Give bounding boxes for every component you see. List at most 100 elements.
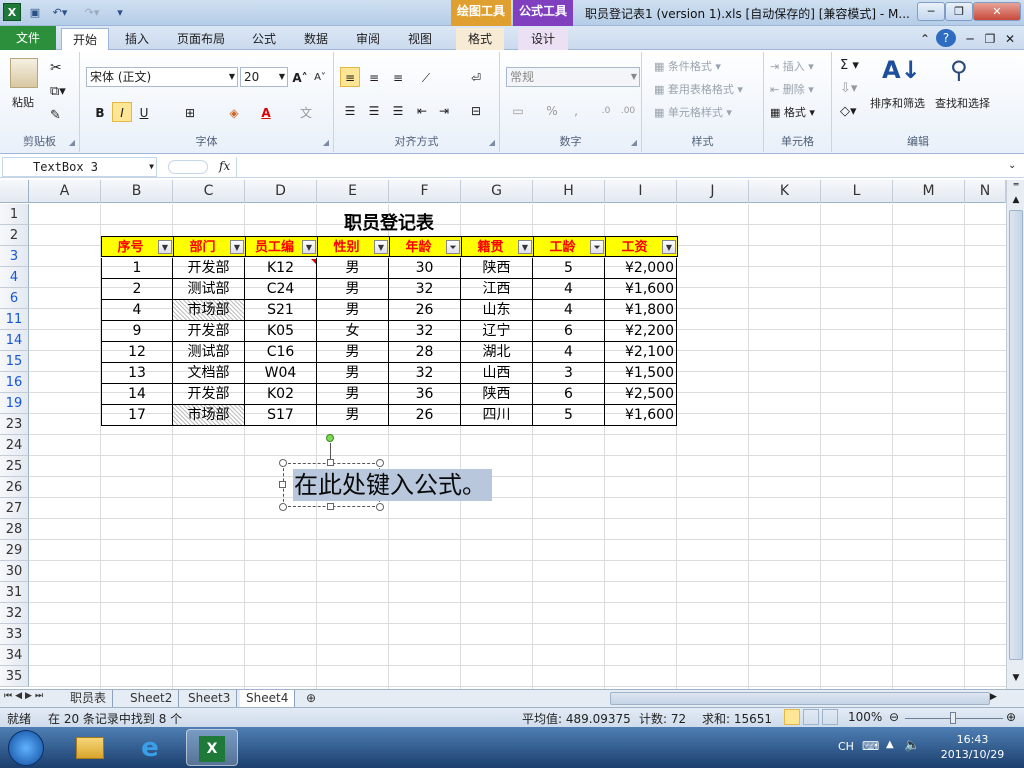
- filter-dropdown-icon[interactable]: ▼: [230, 240, 244, 254]
- insert-function-button[interactable]: fx: [219, 159, 230, 173]
- paste-button[interactable]: 粘贴: [12, 94, 34, 110]
- table-cell[interactable]: 4: [101, 300, 173, 321]
- row-header[interactable]: 24: [0, 435, 29, 456]
- table-cell[interactable]: 测试部: [173, 342, 245, 363]
- table-cell[interactable]: 男: [317, 363, 389, 384]
- table-cell[interactable]: 市场部: [173, 405, 245, 426]
- row-header[interactable]: 11: [0, 309, 29, 330]
- row-header[interactable]: 32: [0, 603, 29, 624]
- sheet-tab[interactable]: Sheet3: [182, 690, 238, 707]
- tab-review[interactable]: 审阅: [348, 28, 388, 50]
- row-header[interactable]: 15: [0, 351, 29, 372]
- column-header[interactable]: F: [389, 180, 461, 203]
- table-cell[interactable]: 男: [317, 405, 389, 426]
- tab-file[interactable]: 文件: [0, 26, 56, 50]
- sort-filter-button[interactable]: 排序和筛选: [870, 95, 925, 111]
- table-cell[interactable]: 17: [101, 405, 173, 426]
- table-cell[interactable]: 山东: [461, 300, 533, 321]
- alignment-launcher-icon[interactable]: ◢: [489, 138, 495, 147]
- table-header-cell[interactable]: 年龄 ⏷: [389, 236, 462, 257]
- table-header-cell[interactable]: 籍贯 ▼: [461, 236, 534, 257]
- table-cell[interactable]: 开发部: [173, 321, 245, 342]
- column-header[interactable]: I: [605, 180, 677, 203]
- sheet-tab[interactable]: 职员表: [64, 690, 114, 707]
- format-as-table-button[interactable]: ▦ 套用表格格式 ▾: [654, 81, 743, 97]
- row-header[interactable]: 34: [0, 645, 29, 666]
- sort-filter-icon[interactable]: A↓: [882, 56, 921, 84]
- vertical-scroll-thumb[interactable]: [1009, 210, 1023, 660]
- table-cell[interactable]: 陕西: [461, 384, 533, 405]
- number-format-box[interactable]: 常规 ▼: [506, 67, 640, 87]
- zoom-out-icon[interactable]: ⊖: [889, 710, 899, 724]
- row-header[interactable]: 6: [0, 288, 29, 309]
- resize-handle[interactable]: [279, 459, 287, 467]
- table-header-cell[interactable]: 工龄 ⏷: [533, 236, 606, 257]
- insert-cells-button[interactable]: ⇥ 插入 ▾: [770, 58, 814, 74]
- filter-dropdown-icon[interactable]: ▼: [374, 240, 388, 254]
- volume-icon[interactable]: 🔈: [904, 738, 920, 753]
- filter-dropdown-icon[interactable]: ▼: [518, 240, 532, 254]
- save-icon[interactable]: ▣: [27, 4, 43, 21]
- doc-restore-icon[interactable]: ❐: [982, 28, 998, 50]
- table-header-cell[interactable]: 序号 ▼: [101, 236, 174, 257]
- comma-button[interactable]: ,: [566, 100, 586, 120]
- column-header[interactable]: K: [749, 180, 821, 203]
- excel-taskbar-icon[interactable]: X: [186, 729, 238, 766]
- table-cell[interactable]: 1: [101, 258, 173, 279]
- format-painter-icon[interactable]: ✎: [50, 108, 61, 123]
- column-header[interactable]: A: [29, 180, 101, 203]
- row-header[interactable]: 33: [0, 624, 29, 645]
- resize-handle[interactable]: [279, 481, 286, 488]
- table-cell[interactable]: 28: [389, 342, 461, 363]
- table-cell[interactable]: 开发部: [173, 384, 245, 405]
- table-cell[interactable]: 男: [317, 300, 389, 321]
- ie-taskbar-icon[interactable]: e: [124, 729, 176, 766]
- select-all-corner[interactable]: [0, 180, 29, 203]
- row-header[interactable]: 4: [0, 267, 29, 288]
- system-clock[interactable]: 16:43 2013/10/29: [925, 732, 1020, 762]
- row-header[interactable]: 14: [0, 330, 29, 351]
- table-cell[interactable]: 湖北: [461, 342, 533, 363]
- row-header[interactable]: 23: [0, 414, 29, 435]
- font-launcher-icon[interactable]: ◢: [323, 138, 329, 147]
- table-cell[interactable]: 男: [317, 279, 389, 300]
- sheet-tab[interactable]: Sheet2: [124, 690, 180, 707]
- merge-center-icon[interactable]: ⊟: [466, 100, 486, 120]
- table-cell[interactable]: C24: [245, 279, 317, 300]
- underline-button[interactable]: U: [134, 102, 154, 122]
- sheet-tab[interactable]: Sheet4: [240, 690, 296, 707]
- resize-handle[interactable]: [376, 503, 384, 511]
- table-cell[interactable]: S17: [245, 405, 317, 426]
- format-cells-button[interactable]: ▦ 格式 ▾: [770, 104, 815, 120]
- table-cell[interactable]: K12: [245, 258, 317, 279]
- align-center-icon[interactable]: ☰: [364, 100, 384, 120]
- tab-formulas[interactable]: 公式: [244, 28, 284, 50]
- restore-icon[interactable]: ❐: [945, 2, 973, 21]
- row-header[interactable]: 25: [0, 456, 29, 477]
- comment-indicator-icon[interactable]: [311, 259, 316, 264]
- scroll-down-icon[interactable]: ▼: [1008, 670, 1024, 686]
- table-cell[interactable]: 男: [317, 258, 389, 279]
- table-cell[interactable]: ¥1,600: [605, 405, 677, 426]
- table-title[interactable]: 职员登记表: [101, 209, 677, 235]
- row-header[interactable]: 28: [0, 519, 29, 540]
- table-cell[interactable]: 市场部: [173, 300, 245, 321]
- align-right-icon[interactable]: ☰: [388, 100, 408, 120]
- scroll-right-icon[interactable]: ▶: [990, 692, 997, 702]
- table-cell[interactable]: K02: [245, 384, 317, 405]
- column-header[interactable]: C: [173, 180, 245, 203]
- table-cell[interactable]: 26: [389, 300, 461, 321]
- rotation-handle[interactable]: [326, 434, 334, 442]
- customize-qat-icon[interactable]: ▾: [114, 4, 126, 21]
- table-cell[interactable]: ¥1,600: [605, 279, 677, 300]
- table-cell[interactable]: 陕西: [461, 258, 533, 279]
- table-cell[interactable]: 30: [389, 258, 461, 279]
- table-cell[interactable]: 36: [389, 384, 461, 405]
- column-header[interactable]: J: [677, 180, 749, 203]
- active-filter-icon[interactable]: ⏷: [590, 240, 604, 254]
- border-icon[interactable]: ⊞: [180, 102, 200, 122]
- table-cell[interactable]: 4: [533, 342, 605, 363]
- formula-input[interactable]: [236, 157, 1008, 178]
- align-bottom-icon[interactable]: ≡: [388, 67, 408, 87]
- table-cell[interactable]: 5: [533, 405, 605, 426]
